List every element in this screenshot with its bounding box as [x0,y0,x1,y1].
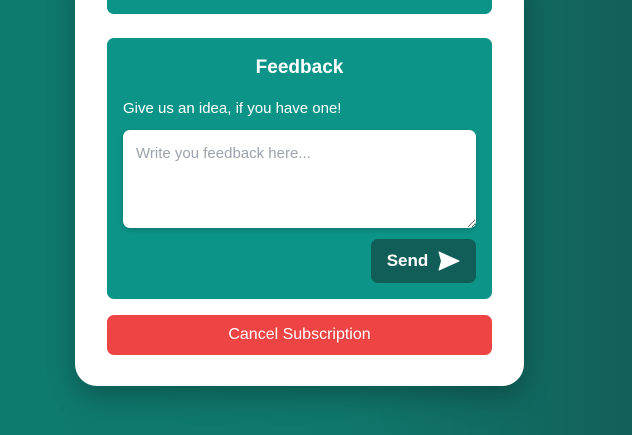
previous-section-panel [107,0,492,14]
send-button[interactable]: Send [371,239,476,283]
settings-card: Feedback Give us an idea, if you have on… [75,0,524,386]
paper-plane-icon [438,251,460,271]
feedback-textarea[interactable] [123,130,476,228]
feedback-panel: Feedback Give us an idea, if you have on… [107,38,492,299]
cancel-subscription-button[interactable]: Cancel Subscription [107,315,492,355]
send-button-label: Send [386,251,429,270]
feedback-subtitle: Give us an idea, if you have one! [123,100,342,117]
feedback-title: Feedback [255,57,344,78]
